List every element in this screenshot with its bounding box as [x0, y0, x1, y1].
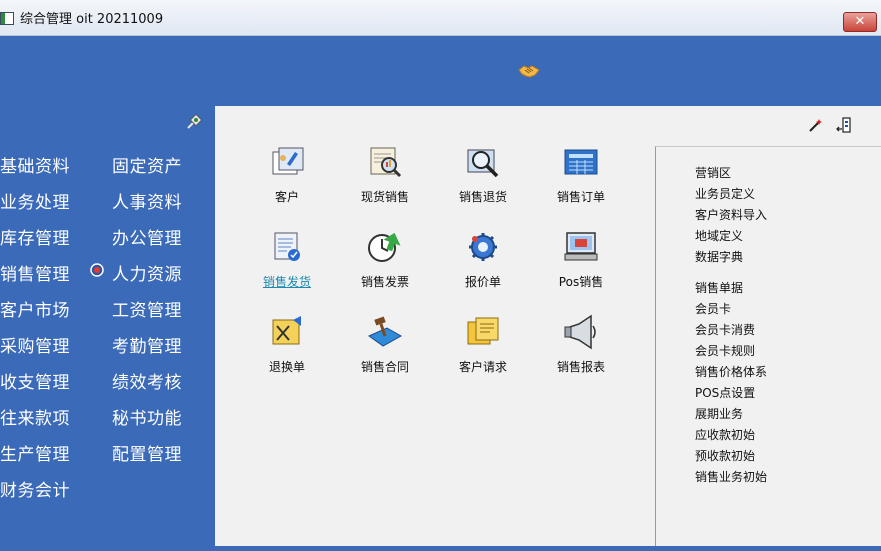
list-item[interactable]: 预收款初始: [695, 447, 755, 464]
customer-request-icon: [467, 317, 499, 345]
list-item[interactable]: POS点设置: [695, 384, 755, 401]
nav-item-finance[interactable]: 财务会计: [0, 476, 70, 501]
nav-item-cash[interactable]: 收支管理: [0, 368, 70, 393]
nav-item-customer-market[interactable]: 客户市场: [0, 296, 70, 321]
cursor-indicator-icon: [90, 263, 104, 277]
bottom-border: [215, 546, 881, 551]
tile-label: 销售发票: [360, 275, 409, 289]
tile-label: 现货销售: [360, 190, 409, 204]
sales-invoice-icon: [368, 232, 401, 262]
list-item[interactable]: 地域定义: [695, 227, 743, 244]
tile-spot-sales[interactable]: 现货销售: [336, 144, 434, 205]
nav-item-performance[interactable]: 绩效考核: [112, 368, 182, 393]
tile-quotation[interactable]: 报价单: [434, 229, 532, 290]
spot-sales-icon: [370, 147, 402, 178]
nav-item-office[interactable]: 办公管理: [112, 224, 182, 249]
title-bar: 综合管理 oit 20211009 ✕: [0, 0, 881, 36]
close-button[interactable]: ✕: [843, 12, 877, 32]
nav-item-business[interactable]: 业务处理: [0, 188, 70, 213]
nav-item-production[interactable]: 生产管理: [0, 440, 70, 465]
nav-item-accounts[interactable]: 往来款项: [0, 404, 70, 429]
tile-sales-invoice[interactable]: 销售发票: [336, 229, 434, 290]
list-item[interactable]: 销售业务初始: [695, 468, 767, 485]
quotation-icon: [469, 233, 497, 261]
tile-label: 销售报表: [556, 360, 605, 374]
tile-label: 销售退货: [458, 190, 507, 204]
nav-item-hr[interactable]: 人力资源: [112, 260, 182, 285]
customer-icon: [272, 147, 304, 175]
sales-report-icon: [564, 314, 596, 350]
list-item[interactable]: 会员卡消费: [695, 321, 755, 338]
nav-item-secretary[interactable]: 秘书功能: [112, 404, 182, 429]
list-item[interactable]: 业务员定义: [695, 185, 755, 202]
content-panel: 客户 现货销售 销售退货 销售订单 销售发货 销售发票 报价单 Pos销售 退换…: [215, 106, 881, 547]
nav-item-attendance[interactable]: 考勤管理: [112, 332, 182, 357]
tile-sales-return[interactable]: 销售退货: [434, 144, 532, 205]
list-item[interactable]: 数据字典: [695, 248, 743, 265]
tile-label: Pos销售: [558, 275, 604, 289]
related-functions-list: 营销区 业务员定义 客户资料导入 地域定义 数据字典 销售单据 会员卡 会员卡消…: [655, 146, 881, 547]
nav-item-purchase[interactable]: 采购管理: [0, 332, 70, 357]
tile-sales-contract[interactable]: 销售合同: [336, 314, 434, 375]
tile-label: 退换单: [268, 360, 305, 374]
list-item[interactable]: 应收款初始: [695, 426, 755, 443]
list-item[interactable]: 营销区: [695, 164, 731, 181]
list-item[interactable]: 销售价格体系: [695, 363, 767, 380]
tile-exchange[interactable]: 退换单: [238, 314, 336, 375]
nav-item-personnel[interactable]: 人事资料: [112, 188, 182, 213]
tile-label: 销售订单: [556, 190, 605, 204]
nav-item-payroll[interactable]: 工资管理: [112, 296, 182, 321]
tile-sales-delivery[interactable]: 销售发货: [238, 229, 336, 290]
exit-icon[interactable]: [835, 116, 853, 134]
list-item[interactable]: 客户资料导入: [695, 206, 767, 223]
wand-icon[interactable]: [807, 116, 825, 134]
handshake-icon: [518, 65, 540, 78]
sales-contract-icon: [367, 316, 403, 347]
nav-item-inventory[interactable]: 库存管理: [0, 224, 70, 249]
header-banner: [0, 36, 881, 106]
nav-item-fixed-assets[interactable]: 固定资产: [112, 152, 182, 177]
tile-label: 销售发货: [262, 275, 311, 289]
list-item[interactable]: 会员卡: [695, 300, 731, 317]
nav-item-sales[interactable]: 销售管理: [0, 260, 70, 285]
tile-label: 客户请求: [458, 360, 507, 374]
main-navigation: 基础资料 业务处理 库存管理 销售管理 客户市场 采购管理 收支管理 往来款项 …: [0, 106, 215, 551]
pin-icon[interactable]: [186, 114, 202, 130]
sales-delivery-icon: [274, 232, 300, 261]
tile-customer[interactable]: 客户: [238, 144, 336, 205]
list-item[interactable]: 会员卡规则: [695, 342, 755, 359]
tile-customer-request[interactable]: 客户请求: [434, 314, 532, 375]
tile-label: 报价单: [464, 275, 501, 289]
tile-label: 客户: [274, 190, 299, 204]
app-icon: [0, 12, 14, 25]
nav-item-basic-data[interactable]: 基础资料: [0, 152, 70, 177]
sales-order-icon: [564, 149, 598, 175]
tile-pos-sales[interactable]: Pos销售: [532, 229, 630, 290]
nav-item-config[interactable]: 配置管理: [112, 440, 182, 465]
tile-label: 销售合同: [360, 360, 409, 374]
tile-sales-report[interactable]: 销售报表: [532, 314, 630, 375]
pos-sales-icon: [564, 232, 598, 261]
list-item[interactable]: 销售单据: [695, 279, 743, 296]
tile-sales-order[interactable]: 销售订单: [532, 144, 630, 205]
list-item[interactable]: 展期业务: [695, 405, 743, 422]
exchange-icon: [272, 316, 301, 345]
sales-return-icon: [467, 149, 499, 178]
window-title: 综合管理 oit 20211009: [20, 12, 164, 27]
